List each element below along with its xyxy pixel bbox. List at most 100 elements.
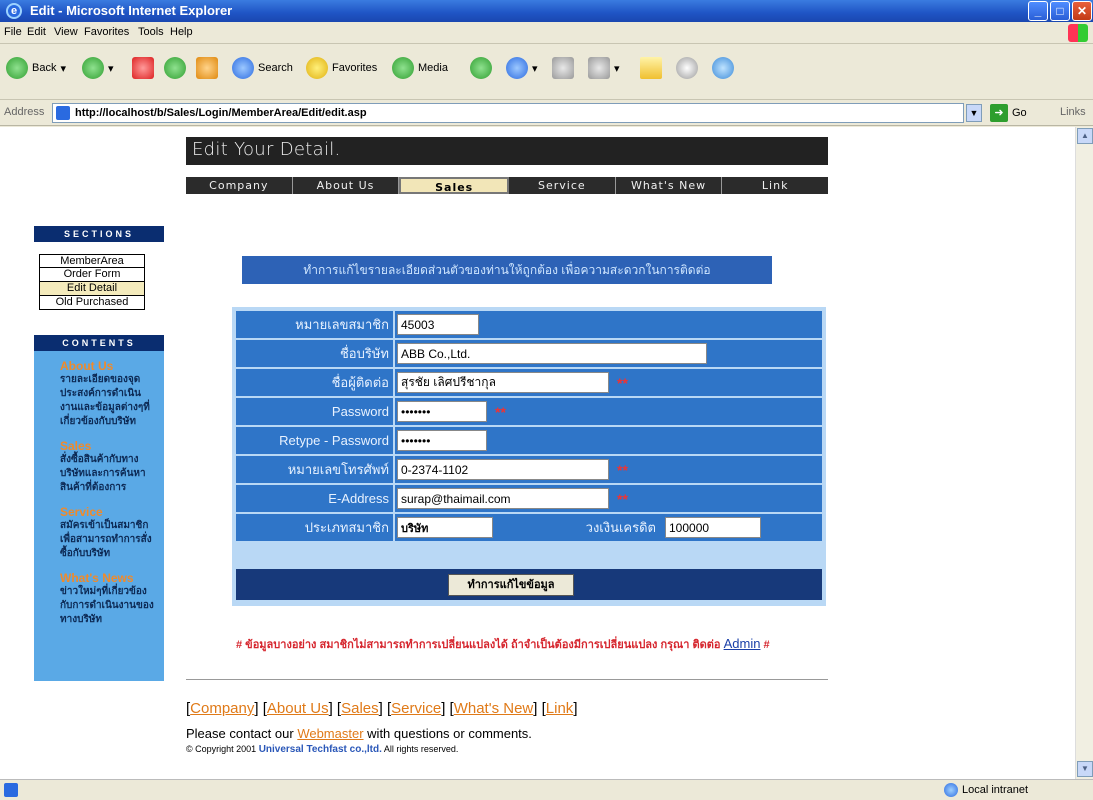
edit-page-icon xyxy=(588,57,610,79)
content-sales: Sales สั่งซื้อสินค้ากับทางบริษัทและการค้… xyxy=(60,439,158,495)
home-button[interactable] xyxy=(196,52,222,84)
address-label: Address xyxy=(4,106,45,118)
content-sales-link[interactable]: Sales xyxy=(60,439,158,453)
content-whats-new-link[interactable]: What's News xyxy=(60,571,158,585)
links-button[interactable]: Links xyxy=(1060,106,1086,118)
forward-arrow-icon xyxy=(82,57,104,79)
favorites-star-icon xyxy=(306,57,328,79)
top-navigation: Company About Us Sales Service What's Ne… xyxy=(186,177,828,194)
footer-link-about-us[interactable]: About Us xyxy=(267,700,329,717)
footer-divider xyxy=(186,679,828,680)
member-type-field[interactable] xyxy=(397,517,493,538)
webmaster-link[interactable]: Webmaster xyxy=(297,726,363,741)
forward-button[interactable]: ▾ xyxy=(82,52,114,84)
menu-view[interactable]: View xyxy=(54,26,78,38)
section-member-area[interactable]: MemberArea xyxy=(39,254,145,268)
favorites-button[interactable]: Favorites xyxy=(306,52,377,84)
credit-field[interactable] xyxy=(665,517,761,538)
menu-edit[interactable]: Edit xyxy=(27,26,46,38)
content-sales-desc: สั่งซื้อสินค้ากับทางบริษัทและการค้นหาสิน… xyxy=(60,454,146,493)
menu-file[interactable]: File xyxy=(4,26,22,38)
credit-label: วงเงินเครดิต xyxy=(529,514,660,541)
folder-button[interactable] xyxy=(640,52,666,84)
required-mark: ** xyxy=(617,375,628,391)
stop-button[interactable] xyxy=(132,52,158,84)
email-field[interactable] xyxy=(397,488,609,509)
admin-link[interactable]: Admin xyxy=(724,636,761,651)
mail-button[interactable]: ▾ xyxy=(506,52,538,84)
footer-link-sales[interactable]: Sales xyxy=(341,700,379,717)
scroll-up-arrow-icon[interactable]: ▲ xyxy=(1077,128,1093,144)
section-edit-detail[interactable]: Edit Detail xyxy=(39,282,145,296)
topnav-company[interactable]: Company xyxy=(186,177,293,194)
ie-logo-icon: e xyxy=(6,3,22,19)
refresh-button[interactable] xyxy=(164,52,190,84)
content-service-link[interactable]: Service xyxy=(60,505,158,519)
row-phone: หมายเลขโทรศัพท์ ** xyxy=(236,456,822,484)
submit-row: ทำการแก้ไขข้อมูล xyxy=(236,569,822,600)
discuss-icon xyxy=(676,57,698,79)
address-input[interactable]: http://localhost/b/Sales/Login/MemberAre… xyxy=(52,103,964,123)
contents-header: CONTENTS xyxy=(34,335,164,351)
content-whats-new-desc: ข่าวใหม่ๆที่เกี่ยวข้องกับการดำเนินงานของ… xyxy=(60,586,154,625)
close-button[interactable]: ✕ xyxy=(1072,1,1092,21)
copyright: © Copyright 2001 Universal Techfast co.,… xyxy=(186,744,459,755)
address-url: http://localhost/b/Sales/Login/MemberAre… xyxy=(75,107,367,119)
page-viewport: Edit Your Detail. Company About Us Sales… xyxy=(0,127,1075,779)
submit-edit-button[interactable]: ทำการแก้ไขข้อมูล xyxy=(448,574,574,596)
topnav-whats-new[interactable]: What's New xyxy=(616,177,723,194)
required-mark: ** xyxy=(617,462,628,478)
sections-header: SECTIONS xyxy=(34,226,164,242)
media-button[interactable]: Media xyxy=(392,52,448,84)
print-button[interactable] xyxy=(552,52,578,84)
footer-link-link[interactable]: Link xyxy=(546,700,574,717)
footer-link-whats-new[interactable]: What's New xyxy=(454,700,534,717)
topnav-sales[interactable]: Sales xyxy=(399,177,510,194)
password-label: Password xyxy=(236,398,393,425)
contact-line: Please contact our Webmaster with questi… xyxy=(186,726,532,741)
section-order-form[interactable]: Order Form xyxy=(39,268,145,282)
edit-page-button[interactable]: ▾ xyxy=(588,52,620,84)
go-button[interactable]: ➜ Go xyxy=(990,104,1027,122)
address-dropdown-button[interactable]: ▼ xyxy=(966,104,982,122)
topnav-about-us[interactable]: About Us xyxy=(293,177,400,194)
messenger-button[interactable] xyxy=(712,52,738,84)
media-icon xyxy=(392,57,414,79)
status-bar: Local intranet xyxy=(0,779,1093,800)
company-name: Universal Techfast co.,ltd. xyxy=(258,744,382,755)
retype-password-field[interactable] xyxy=(397,430,487,451)
menu-help[interactable]: Help xyxy=(170,26,193,38)
content-about-us-link[interactable]: About Us xyxy=(60,359,158,373)
topnav-service[interactable]: Service xyxy=(509,177,616,194)
maximize-button[interactable]: □ xyxy=(1050,1,1070,21)
footer-link-service[interactable]: Service xyxy=(391,700,441,717)
search-button[interactable]: Search xyxy=(232,52,293,84)
password-field[interactable] xyxy=(397,401,487,422)
company-field[interactable] xyxy=(397,343,707,364)
menu-favorites[interactable]: Favorites xyxy=(84,26,129,38)
title-bar: e Edit - Microsoft Internet Explorer _ □… xyxy=(0,0,1093,22)
topnav-link[interactable]: Link xyxy=(722,177,828,194)
email-label: E-Address xyxy=(236,485,393,512)
back-button[interactable]: Back ▾ xyxy=(6,52,66,84)
member-id-field[interactable] xyxy=(397,314,479,335)
history-button[interactable] xyxy=(470,52,496,84)
note-end: # xyxy=(763,639,770,651)
contact-field[interactable] xyxy=(397,372,609,393)
mail-icon xyxy=(506,57,528,79)
section-old-purchased[interactable]: Old Purchased xyxy=(39,296,145,310)
menu-tools[interactable]: Tools xyxy=(138,26,164,38)
sections-menu: MemberArea Order Form Edit Detail Old Pu… xyxy=(39,254,145,310)
stop-icon xyxy=(132,57,154,79)
row-retype-password: Retype - Password xyxy=(236,427,822,455)
discuss-button[interactable] xyxy=(676,52,702,84)
security-zone: Local intranet xyxy=(944,783,1028,797)
member-type-label: ประเภทสมาชิก xyxy=(236,514,393,541)
minimize-button[interactable]: _ xyxy=(1028,1,1048,21)
footer-navigation: [Company] [About Us] [Sales] [Service] [… xyxy=(186,700,578,717)
phone-field[interactable] xyxy=(397,459,609,480)
vertical-scrollbar[interactable]: ▲ ▼ xyxy=(1075,127,1093,779)
footer-link-company[interactable]: Company xyxy=(190,700,254,717)
go-arrow-icon: ➜ xyxy=(990,104,1008,122)
scroll-down-arrow-icon[interactable]: ▼ xyxy=(1077,761,1093,777)
